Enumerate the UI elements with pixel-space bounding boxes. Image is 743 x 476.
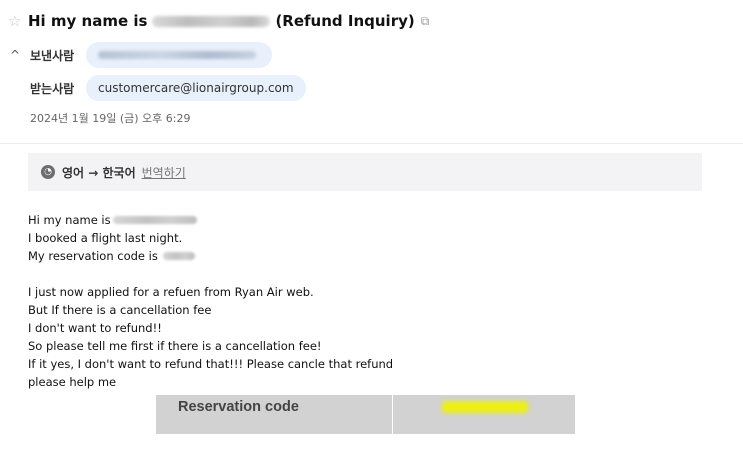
body-line-text: I booked a flight last night. [28,231,183,245]
star-icon[interactable]: ☆ [8,13,24,29]
external-link-icon[interactable]: ⧉ [421,14,430,29]
subject-suffix: (Refund Inquiry) [275,12,415,30]
receiver-row: 받는사람 customercare@lionairgroup.com [30,75,306,101]
body-line: Hi my name is [28,211,393,229]
body-line-text: So please tell me first if there is a ca… [28,339,322,353]
body-line: I don't want to refund!! [28,319,393,337]
receiver-label: 받는사람 [30,81,75,96]
translate-icon: ◔ [41,165,55,179]
body-line: My reservation code is [28,247,393,265]
redacted-highlighted-code [442,401,528,413]
redacted-name [152,15,271,27]
body-line-text: But If there is a cancellation fee [28,303,212,317]
body-line: So please tell me first if there is a ca… [28,337,393,355]
body-line: I just now applied for a refuen from Rya… [28,283,393,301]
body-line: If it yes, I don't want to refund that!!… [28,355,393,373]
redacted-reservation-code [162,252,195,260]
email-body: Hi my name is I booked a flight last nig… [28,211,393,391]
translate-direction: 영어 → 한국어 [62,165,136,180]
subject-prefix: Hi my name is [28,12,148,30]
sent-date: 2024년 1월 19일 (금) 오후 6:29 [30,112,191,125]
body-line: please help me [28,373,393,391]
header-divider [0,143,743,144]
sender-chip[interactable] [86,42,272,68]
redacted-sender-address [98,51,256,59]
body-line: I booked a flight last night. [28,229,393,247]
redacted-name [112,216,197,224]
body-line-text: If it yes, I don't want to refund that!!… [28,357,394,371]
receiver-chip[interactable]: customercare@lionairgroup.com [86,75,306,101]
body-line-text: I don't want to refund!! [28,321,162,335]
translate-link[interactable]: 번역하기 [142,164,186,181]
reservation-code-label: Reservation code [178,399,299,415]
body-line-text: Hi my name is [28,213,111,227]
body-line-text: I just now applied for a refuen from Rya… [28,285,314,299]
reservation-code-image: Reservation code [156,395,575,434]
body-line-text: My reservation code is [28,249,158,263]
body-line: But If there is a cancellation fee [28,301,393,319]
subject-row: ☆ Hi my name is (Refund Inquiry) ⧉ [8,10,429,32]
translate-bar: ◔ 영어 → 한국어 번역하기 [28,153,702,191]
image-cell-divider [392,395,393,434]
body-line-text: please help me [28,375,117,389]
email-subject: Hi my name is (Refund Inquiry) [28,12,415,30]
sender-label: 보낸사람 [30,48,75,63]
sender-row: ^ 보낸사람 [10,42,272,68]
chevron-up-icon[interactable]: ^ [10,48,30,62]
